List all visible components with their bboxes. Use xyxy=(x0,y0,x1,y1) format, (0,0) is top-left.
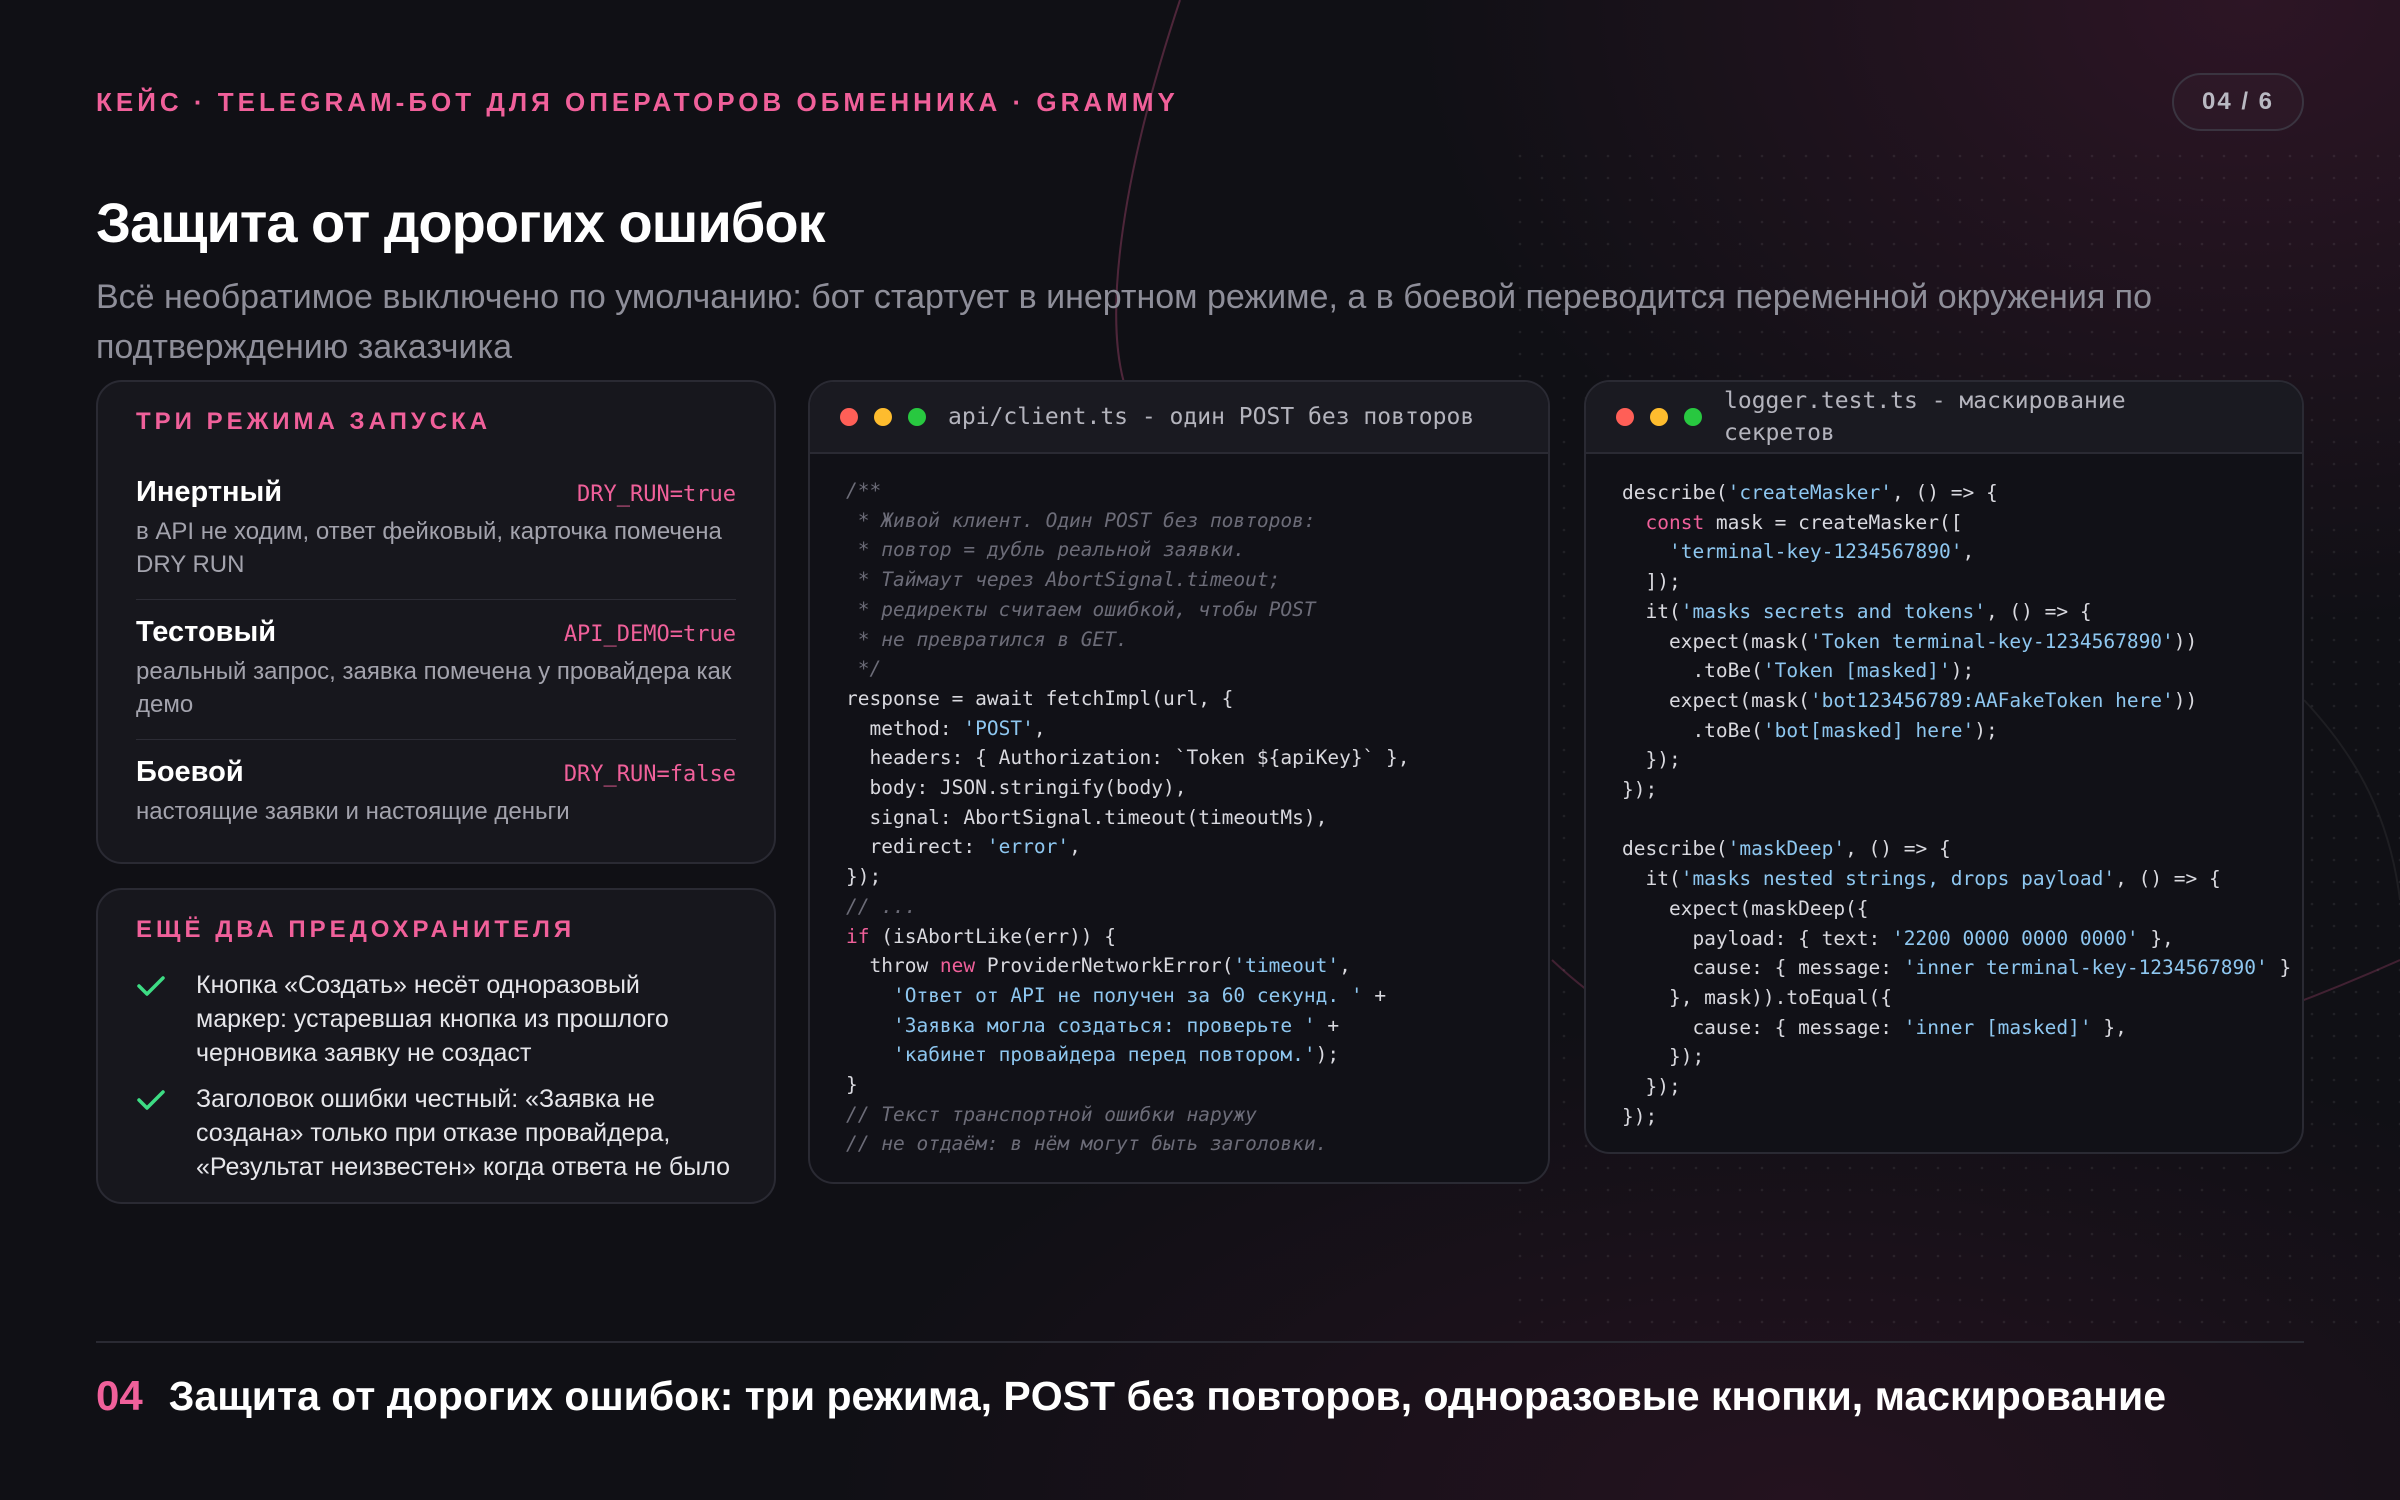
mode-item: Тестовый API_DEMO=true реальный запрос, … xyxy=(136,600,736,740)
footer-slide-number: 04 xyxy=(96,1372,143,1419)
slide-subtitle: Всё необратимое выключено по умолчанию: … xyxy=(96,278,2153,366)
mode-name: Инертный xyxy=(136,476,283,508)
file-name: logger.test.ts - маскирование секретов xyxy=(1724,388,2126,446)
footer-divider xyxy=(96,1341,2304,1343)
minimize-dot-icon xyxy=(874,408,892,426)
case-eyebrow: КЕЙС · TELEGRAM-БОТ ДЛЯ ОПЕРАТОРОВ ОБМЕН… xyxy=(96,86,1179,117)
mode-name: Тестовый xyxy=(136,616,277,648)
footer-summary: Защита от дорогих ошибок: три режима, PO… xyxy=(168,1373,2167,1419)
top-bar: КЕЙС · TELEGRAM-БОТ ДЛЯ ОПЕРАТОРОВ ОБМЕН… xyxy=(96,72,2304,132)
mode-env-flag: API_DEMO=true xyxy=(563,622,736,647)
code-block: /** * Живой клиент. Один POST без повтор… xyxy=(846,479,1410,1156)
safeguard-text: Кнопка «Создать» несёт одноразовый марке… xyxy=(196,971,669,1067)
close-dot-icon xyxy=(840,408,858,426)
safeguard-item: Заголовок ошибки честный: «Заявка не соз… xyxy=(136,1082,736,1184)
file-name: api/client.ts - один POST без повторов xyxy=(948,404,1475,430)
mode-item: Инертный DRY_RUN=true в API не ходим, от… xyxy=(136,460,736,600)
window-titlebar: logger.test.ts - маскирование секретов xyxy=(1586,382,2302,454)
mode-description: реальный запрос, заявка помечена у прова… xyxy=(136,658,732,718)
maximize-dot-icon xyxy=(908,408,926,426)
check-icon xyxy=(136,968,196,1003)
mode-description: в API не ходим, ответ фейковый, карточка… xyxy=(136,518,722,578)
slide-title: Защита от дорогих ошибок xyxy=(96,191,826,254)
safeguard-text: Заголовок ошибки честный: «Заявка не соз… xyxy=(196,1085,730,1181)
mode-description: настоящие заявки и настоящие деньги xyxy=(136,798,570,825)
maximize-dot-icon xyxy=(1684,408,1702,426)
close-dot-icon xyxy=(1616,408,1634,426)
mode-env-flag: DRY_RUN=true xyxy=(577,482,736,507)
mode-name: Боевой xyxy=(136,756,244,788)
mode-env-flag: DRY_RUN=false xyxy=(563,762,736,787)
page-indicator: 04 / 6 xyxy=(2172,73,2304,131)
card-heading: ЕЩЁ ДВА ПРЕДОХРАНИТЕЛЯ xyxy=(136,916,576,943)
code-block: describe('createMasker', () => { const m… xyxy=(1622,481,2292,1128)
card-heading: ТРИ РЕЖИМА ЗАПУСКА xyxy=(136,408,492,435)
client-code-window: api/client.ts - один POST без повторов /… xyxy=(808,380,1550,1184)
window-titlebar: api/client.ts - один POST без повторов xyxy=(810,382,1548,454)
launch-modes-card: ТРИ РЕЖИМА ЗАПУСКА Инертный DRY_RUN=true… xyxy=(96,380,776,864)
footer: 04 Защита от дорогих ошибок: три режима,… xyxy=(96,1372,2166,1420)
safeguard-item: Кнопка «Создать» несёт одноразовый марке… xyxy=(136,968,736,1070)
check-icon xyxy=(136,1082,196,1117)
mode-item: Боевой DRY_RUN=false настоящие заявки и … xyxy=(136,740,736,846)
minimize-dot-icon xyxy=(1650,408,1668,426)
logger-code-window: logger.test.ts - маскирование секретов d… xyxy=(1584,380,2304,1154)
safeguards-card: ЕЩЁ ДВА ПРЕДОХРАНИТЕЛЯ Кнопка «Создать» … xyxy=(96,888,776,1204)
